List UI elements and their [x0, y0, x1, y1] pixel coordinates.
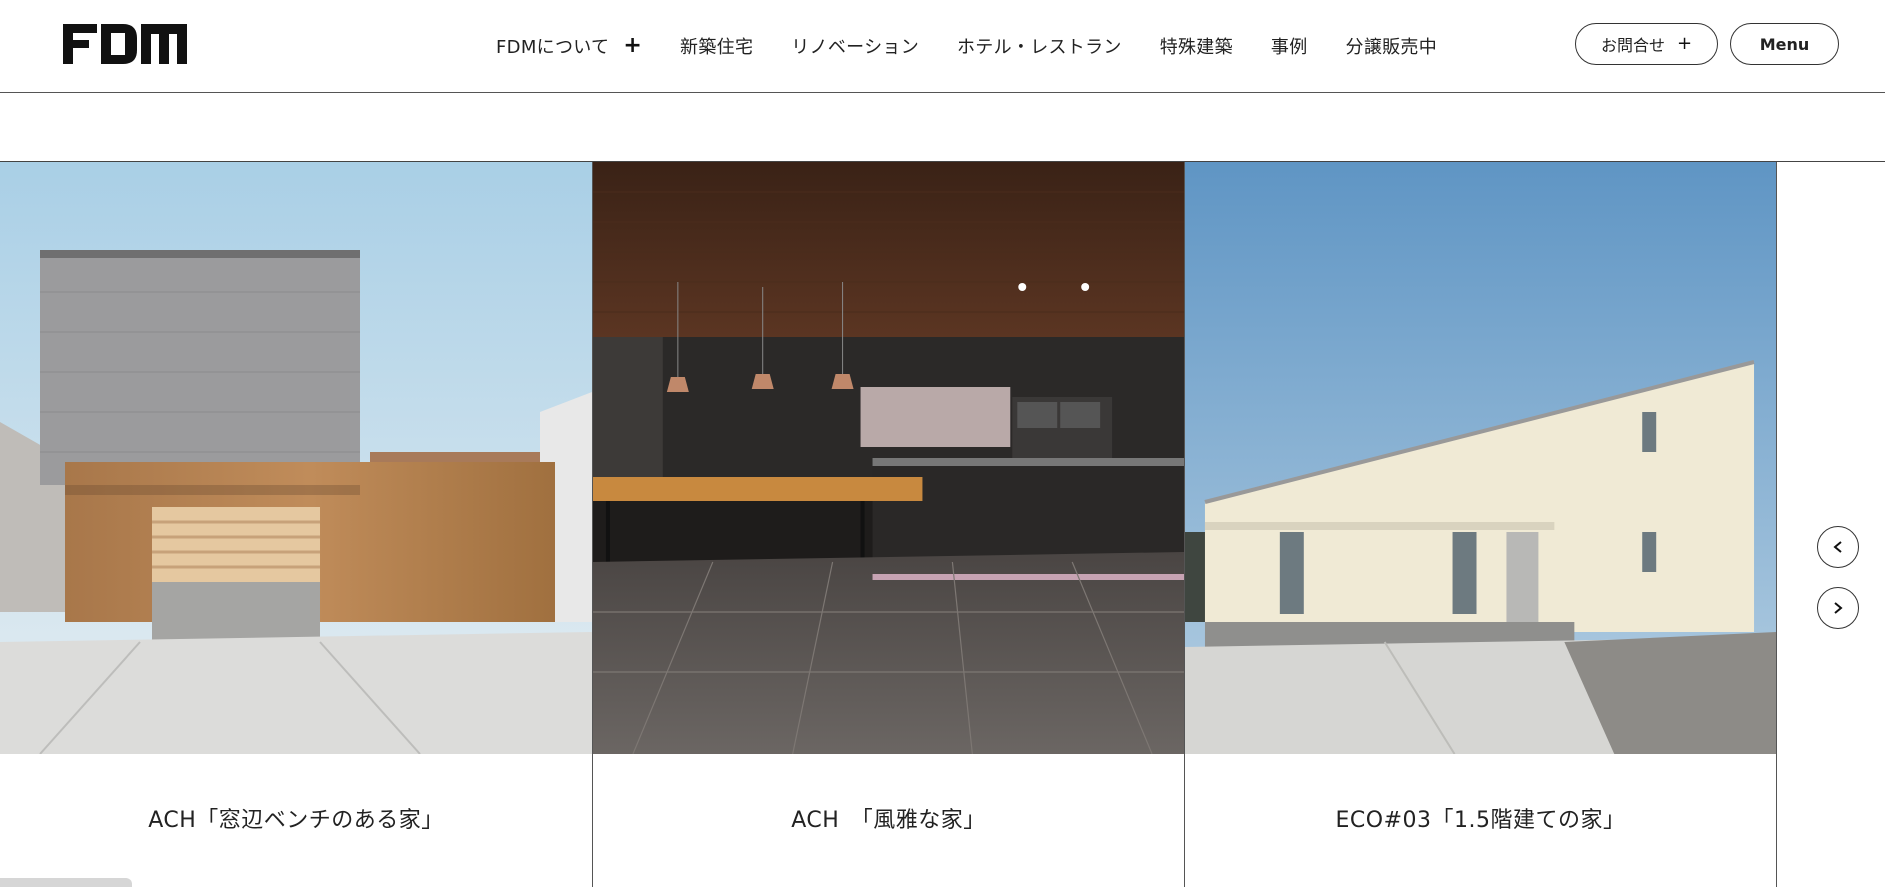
chevron-left-icon: [1833, 541, 1842, 553]
site-header: FDMについて + 新築住宅 リノベーション ホテル・レストラン 特殊建築 事例…: [0, 0, 1885, 93]
plus-icon: +: [1676, 33, 1693, 54]
nav-label-for-sale: 分譲販売中: [1345, 37, 1438, 58]
nav-label-about: FDMについて: [496, 37, 610, 58]
case-title[interactable]: ECO#03「1.5階建ての家」: [1185, 802, 1776, 834]
case-title[interactable]: ACH 「風雅な家」: [593, 802, 1184, 834]
case-photo-house-wood: [0, 162, 592, 754]
case-title[interactable]: ACH「窓辺ベンチのある家」: [0, 802, 592, 834]
nav-item-for-sale[interactable]: 分譲販売中: [1346, 33, 1438, 59]
case-photo-house-white: [1185, 162, 1776, 754]
menu-button[interactable]: Menu: [1730, 23, 1839, 65]
slider-next-button[interactable]: [1817, 587, 1859, 629]
case-photo-kitchen: [593, 162, 1184, 754]
nav-item-special-architecture[interactable]: 特殊建築: [1160, 33, 1233, 59]
chevron-right-icon: [1834, 602, 1843, 614]
case-card[interactable]: ACH 「風雅な家」: [592, 162, 1184, 887]
nav-label-hotel-restaurant: ホテル・レストラン: [957, 37, 1122, 58]
menu-label: Menu: [1759, 34, 1810, 54]
fdm-logo[interactable]: [63, 24, 187, 64]
nav-item-hotel-restaurant[interactable]: ホテル・レストラン: [957, 33, 1122, 59]
nav-item-cases[interactable]: 事例: [1271, 33, 1308, 59]
nav-label-special-architecture: 特殊建築: [1159, 37, 1233, 58]
nav-label-renovation: リノベーション: [791, 37, 919, 58]
bottom-corner-tab: [0, 878, 132, 887]
case-card[interactable]: ACH「窓辺ベンチのある家」: [0, 162, 592, 887]
nav-item-about[interactable]: FDMについて +: [496, 33, 642, 59]
nav-label-cases: 事例: [1270, 37, 1308, 58]
nav-label-new-house: 新築住宅: [680, 37, 754, 58]
main-nav: FDMについて + 新築住宅 リノベーション ホテル・レストラン 特殊建築 事例…: [496, 30, 1437, 62]
case-card[interactable]: ECO#03「1.5階建ての家」: [1184, 162, 1777, 887]
nav-item-new-house[interactable]: 新築住宅: [680, 33, 753, 59]
nav-item-renovation[interactable]: リノベーション: [791, 33, 919, 59]
slider-prev-button[interactable]: [1817, 526, 1859, 568]
plus-icon: +: [623, 33, 643, 58]
contact-label: お問合せ: [1600, 36, 1665, 55]
contact-button[interactable]: お問合せ +: [1575, 23, 1718, 65]
